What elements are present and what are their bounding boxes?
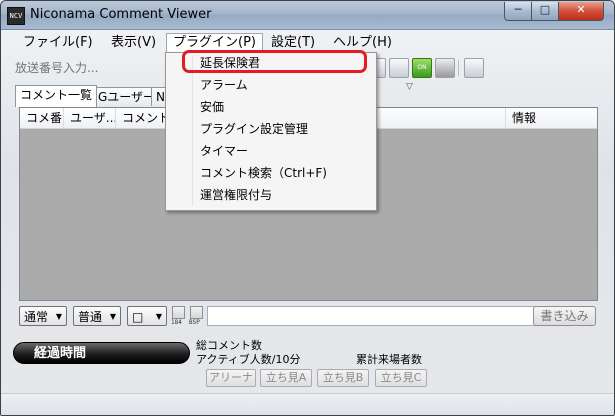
size-select[interactable]: 普通 ▼ [73, 306, 121, 326]
chevron-down-icon: ▼ [155, 312, 162, 321]
menu-help[interactable]: ヘルプ(H) [327, 34, 398, 52]
column-info[interactable]: 情報 [506, 108, 597, 128]
total-visitors-label: 累計来場者数 [356, 353, 422, 366]
minimize-button[interactable]: ─ [504, 2, 532, 21]
standing-b-button[interactable]: 立ち見B [317, 369, 369, 387]
menu-settings[interactable]: 設定(T) [265, 34, 321, 52]
standing-a-button[interactable]: 立ち見A [260, 369, 312, 387]
minimize-icon: ─ [514, 3, 522, 16]
close-icon: ✕ [576, 3, 586, 16]
menu-file[interactable]: ファイル(F) [17, 34, 99, 52]
chevron-down-icon: ▼ [55, 312, 62, 321]
maximize-icon: □ [539, 3, 551, 16]
menu-bar: ファイル(F) 表示(V) プラグイン(P) 設定(T) ヘルプ(H) [9, 32, 606, 54]
hand-icon[interactable] [464, 58, 484, 78]
window-icon[interactable] [389, 58, 409, 78]
plugin-menu-item-extension-insurance[interactable]: 延長保険君 [168, 53, 372, 74]
column-comment-number[interactable]: コメ番 [20, 108, 64, 128]
column-user[interactable]: ユーザ... [64, 108, 116, 128]
label-bsp: BSP [189, 319, 200, 326]
title-bar[interactable]: NCV Niconama Comment Viewer ─ □ ✕ [1, 1, 614, 30]
gear-icon[interactable] [435, 58, 455, 78]
post-comment-button[interactable]: 書き込み [533, 306, 596, 326]
plugin-menu-item-alarm[interactable]: アラーム [168, 75, 372, 96]
color-select[interactable]: □ ▼ [127, 306, 167, 326]
color-select-value: □ [132, 310, 144, 324]
plugin-menu-item-comment-search[interactable]: コメント検索（Ctrl+F) [168, 163, 372, 184]
arena-button[interactable]: アリーナ [206, 369, 256, 387]
label-184: 184 [171, 319, 182, 326]
mode-select[interactable]: 通常 ▼ [19, 306, 67, 326]
chevron-down-icon: ▼ [109, 312, 116, 321]
plugin-menu-item-timer[interactable]: タイマー [168, 141, 372, 162]
mode-select-value: 通常 [24, 310, 49, 324]
window-title: Niconama Comment Viewer [30, 7, 212, 22]
toolbar-overflow-icon[interactable]: ▽ [406, 82, 413, 92]
checkbox-184[interactable] [172, 306, 185, 319]
standing-c-button[interactable]: 立ち見C [375, 369, 427, 387]
maximize-button[interactable]: □ [531, 2, 559, 21]
comment-input[interactable] [207, 306, 543, 326]
tab-comment-list[interactable]: コメント一覧 [15, 85, 98, 107]
plugin-menu-item-grant-admin[interactable]: 運営権限付与 [168, 185, 372, 206]
plugin-menu-item-anka[interactable]: 安価 [168, 97, 372, 118]
close-button[interactable]: ✕ [558, 2, 604, 21]
plugin-menu: 延長保険君 アラーム 安価 プラグイン設定管理 タイマー コメント検索（Ctrl… [165, 52, 377, 211]
menu-plugin[interactable]: プラグイン(P) [166, 33, 263, 52]
status-bar [1, 393, 614, 415]
toolbar-separator [458, 60, 459, 76]
menu-view[interactable]: 表示(V) [105, 34, 162, 52]
elapsed-time-button[interactable]: 経過時間 [13, 342, 190, 364]
app-icon: NCV [7, 7, 25, 25]
size-select-value: 普通 [78, 310, 103, 324]
broadcast-number-input[interactable] [15, 59, 175, 77]
on-toggle-icon[interactable]: ON [412, 58, 432, 78]
active-users-label: アクティブ人数/10分 [196, 353, 301, 366]
comment-input-bar: 通常 ▼ 普通 ▼ □ ▼ 184 BSP 書き込み [19, 305, 596, 329]
plugin-menu-item-plugin-settings[interactable]: プラグイン設定管理 [168, 119, 372, 140]
checkbox-bsp[interactable] [190, 306, 203, 319]
